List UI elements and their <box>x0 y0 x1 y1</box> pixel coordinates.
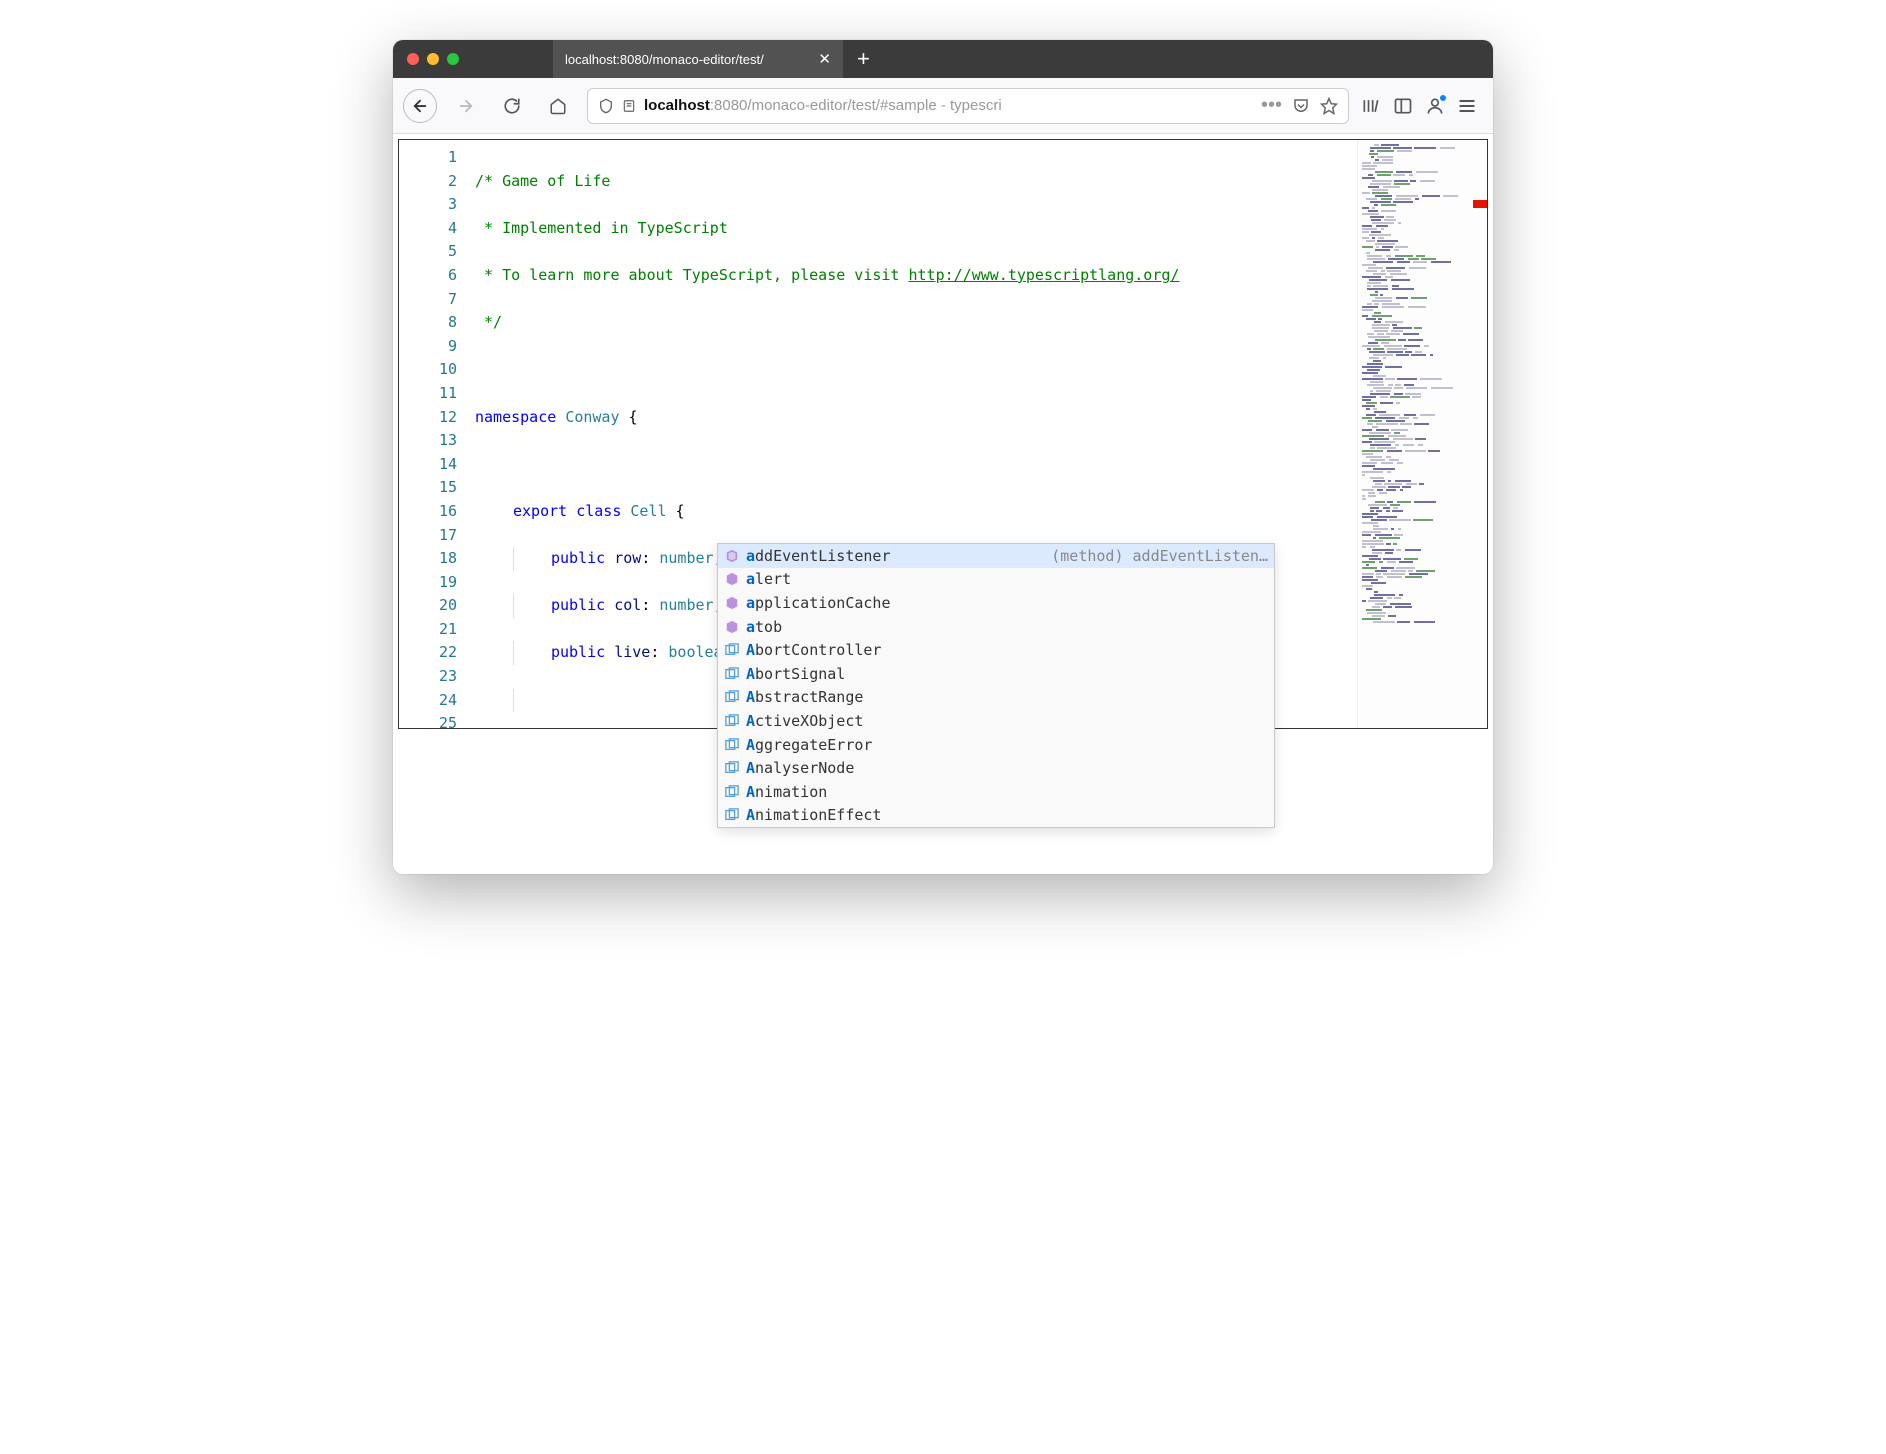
reference-icon <box>724 760 740 776</box>
shield-icon[interactable] <box>598 98 614 114</box>
method-icon <box>724 548 740 564</box>
line-number-gutter: 1 2 3 4 5 6 7 8 9 10 11 12 13 14 15 16 1… <box>399 140 471 728</box>
reference-icon <box>724 642 740 658</box>
autocomplete-popup[interactable]: addEventListener (method) addEventListen… <box>717 543 1275 828</box>
library-icon[interactable] <box>1361 96 1381 116</box>
bookmark-star-icon[interactable] <box>1320 97 1338 115</box>
code-editor[interactable]: 1 2 3 4 5 6 7 8 9 10 11 12 13 14 15 16 1… <box>398 139 1488 729</box>
reference-icon <box>724 807 740 823</box>
reference-icon <box>724 666 740 682</box>
browser-tab[interactable]: localhost:8080/monaco-editor/test/ ✕ <box>553 40 843 78</box>
sidebar-icon[interactable] <box>1393 96 1413 116</box>
hamburger-menu-icon[interactable] <box>1457 96 1477 116</box>
reference-icon <box>724 689 740 705</box>
suggestion-item[interactable]: AbortController <box>718 638 1274 662</box>
suggestion-item[interactable]: atob <box>718 615 1274 639</box>
suggestion-item[interactable]: AnalyserNode <box>718 756 1274 780</box>
suggestion-item[interactable]: AnimationEffect <box>718 804 1274 828</box>
tab-title: localhost:8080/monaco-editor/test/ <box>565 52 810 67</box>
suggestion-detail: (method) addEventListen… <box>1051 547 1268 565</box>
tab-close-button[interactable]: ✕ <box>818 50 831 68</box>
new-tab-button[interactable]: + <box>843 46 884 72</box>
suggestion-item[interactable]: AbortSignal <box>718 662 1274 686</box>
url-text: localhost:8080/monaco-editor/test/#sampl… <box>644 97 1253 114</box>
suggestion-item[interactable]: Animation <box>718 780 1274 804</box>
nav-toolbar: localhost:8080/monaco-editor/test/#sampl… <box>393 78 1493 134</box>
notification-badge <box>1439 94 1447 102</box>
forward-button[interactable] <box>449 89 483 123</box>
suggestion-item[interactable]: AbstractRange <box>718 686 1274 710</box>
suggestion-item[interactable]: applicationCache <box>718 591 1274 615</box>
tab-bar: localhost:8080/monaco-editor/test/ ✕ + <box>393 40 1493 78</box>
method-icon <box>724 619 740 635</box>
suggestion-item[interactable]: alert <box>718 568 1274 592</box>
home-button[interactable] <box>541 89 575 123</box>
maximize-window-button[interactable] <box>447 53 459 65</box>
minimap-error-marker[interactable] <box>1473 200 1487 208</box>
suggestion-item[interactable]: AggregateError <box>718 733 1274 757</box>
minimap[interactable]: /* decorative fill via CSS below */ <box>1357 140 1487 728</box>
page-info-icon[interactable] <box>622 99 636 113</box>
page-actions-icon[interactable]: ••• <box>1261 94 1282 117</box>
close-window-button[interactable] <box>407 53 419 65</box>
url-bar[interactable]: localhost:8080/monaco-editor/test/#sampl… <box>587 88 1349 124</box>
back-button[interactable] <box>403 89 437 123</box>
pocket-icon[interactable] <box>1292 97 1310 115</box>
suggestion-item[interactable]: addEventListener (method) addEventListen… <box>718 544 1274 568</box>
suggestion-item[interactable]: ActiveXObject <box>718 709 1274 733</box>
typescript-link[interactable]: http://www.typescriptlang.org/ <box>908 266 1179 284</box>
browser-window: localhost:8080/monaco-editor/test/ ✕ + <box>393 40 1493 874</box>
account-icon[interactable] <box>1425 96 1445 116</box>
minimize-window-button[interactable] <box>427 53 439 65</box>
method-icon <box>724 595 740 611</box>
window-controls <box>393 53 473 65</box>
method-icon <box>724 571 740 587</box>
reference-icon <box>724 737 740 753</box>
reference-icon <box>724 784 740 800</box>
reload-button[interactable] <box>495 89 529 123</box>
reference-icon <box>724 713 740 729</box>
